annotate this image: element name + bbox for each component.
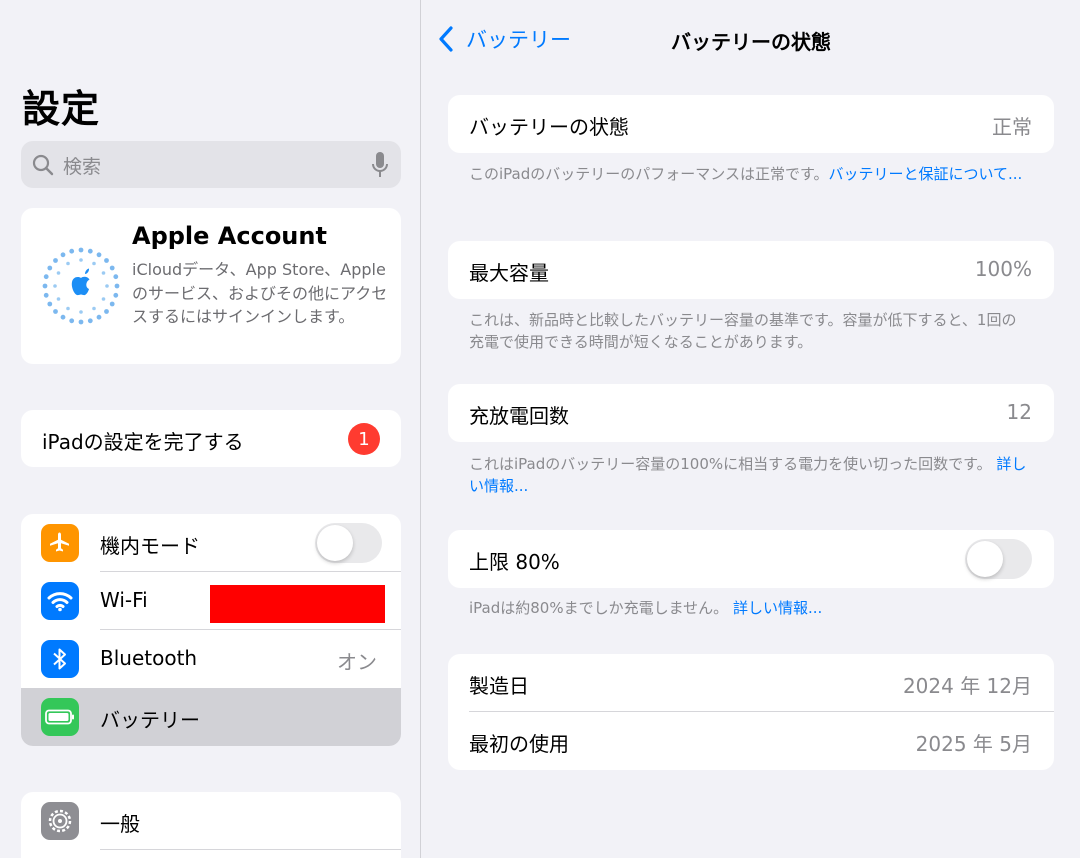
manufacture-date-label: 製造日 bbox=[469, 674, 529, 698]
search-placeholder: 検索 bbox=[63, 156, 102, 178]
battery-health-card: バッテリーの状態 正常 bbox=[448, 95, 1054, 153]
battery-health-label: バッテリーの状態 bbox=[469, 115, 629, 139]
max-capacity-card: 最大容量 100% bbox=[448, 241, 1054, 299]
sidebar-item-label: Bluetooth bbox=[100, 646, 198, 670]
finish-setup-row[interactable]: iPadの設定を完了する 1 bbox=[21, 410, 401, 467]
sidebar-item-general[interactable]: 一般 bbox=[21, 792, 401, 850]
cycle-count-row: 充放電回数 12 bbox=[448, 384, 1054, 442]
note-text: これはiPadのバッテリー容量の100%に相当する電力を使い切った回数です。 bbox=[469, 455, 992, 473]
account-name: Apple Account bbox=[132, 222, 327, 250]
divider bbox=[100, 849, 401, 850]
dates-card: 製造日 2024 年 12月 最初の使用 2025 年 5月 bbox=[448, 654, 1054, 770]
account-description: iCloudデータ、App Store、Appleのサービス、およびその他にアク… bbox=[132, 260, 388, 326]
note-text: iPadは約80%までしか充電しません。 bbox=[469, 599, 729, 617]
sidebar-item-label: Wi-Fi bbox=[100, 588, 148, 612]
battery-health-note: このiPadのバッテリーのパフォーマンスは正常です。バッテリーと保証について..… bbox=[469, 163, 1029, 185]
microphone-icon[interactable] bbox=[371, 151, 389, 179]
max-capacity-note: これは、新品時と比較したバッテリー容量の基準です。容量が低下すると、1回の充電で… bbox=[469, 311, 1017, 351]
first-use-value: 2025 年 5月 bbox=[915, 732, 1032, 756]
max-capacity-row: 最大容量 100% bbox=[448, 241, 1054, 299]
page-title: 設定 bbox=[22, 87, 101, 131]
charge-limit-card: 上限 80% bbox=[448, 530, 1054, 588]
finish-setup-label: iPadの設定を完了する bbox=[42, 430, 244, 454]
sidebar-item-label: 一般 bbox=[100, 812, 140, 836]
cycle-count-note: これはiPadのバッテリー容量の100%に相当する電力を使い切った回数です。 詳… bbox=[469, 453, 1029, 497]
sidebar-item-label: 機内モード bbox=[100, 534, 200, 558]
battery-health-value: 正常 bbox=[992, 115, 1032, 139]
wifi-icon bbox=[41, 582, 79, 620]
battery-health-row: バッテリーの状態 正常 bbox=[448, 95, 1054, 153]
charge-limit-note: iPadは約80%までしか充電しません。 詳しい情報... bbox=[469, 597, 1029, 619]
max-capacity-label: 最大容量 bbox=[469, 261, 549, 285]
search-icon bbox=[32, 154, 54, 176]
first-use-row: 最初の使用 2025 年 5月 bbox=[448, 712, 1054, 770]
gear-icon bbox=[41, 802, 79, 840]
battery-warranty-link[interactable]: バッテリーと保証について... bbox=[828, 165, 1022, 183]
toggle-knob bbox=[967, 541, 1003, 577]
manufacture-date-row: 製造日 2024 年 12月 bbox=[448, 654, 1054, 712]
apple-account-avatar-icon bbox=[42, 247, 120, 325]
battery-health-pane: バッテリー バッテリーの状態 バッテリーの状態 正常 このiPadのバッテリーの… bbox=[422, 0, 1080, 858]
general-group: 一般 bbox=[21, 792, 401, 858]
apple-account-card[interactable]: Apple Account iCloudデータ、App Store、Appleの… bbox=[21, 208, 401, 364]
cycle-count-card: 充放電回数 12 bbox=[448, 384, 1054, 442]
battery-icon bbox=[41, 698, 79, 736]
note-text: このiPadのバッテリーのパフォーマンスは正常です。 bbox=[469, 165, 829, 183]
sidebar-item-airplane-mode[interactable]: 機内モード bbox=[21, 514, 401, 572]
cycle-count-value: 12 bbox=[1006, 400, 1032, 424]
toggle-knob bbox=[317, 525, 353, 561]
first-use-label: 最初の使用 bbox=[469, 732, 569, 756]
redacted-network-name bbox=[210, 585, 385, 623]
sidebar-item-label: バッテリー bbox=[100, 708, 200, 732]
sidebar-item-bluetooth[interactable]: Bluetooth オン bbox=[21, 630, 401, 688]
nav-title: バッテリーの状態 bbox=[671, 30, 831, 54]
charge-limit-toggle[interactable] bbox=[965, 539, 1032, 579]
airplane-icon bbox=[41, 524, 79, 562]
cycle-count-label: 充放電回数 bbox=[469, 404, 569, 428]
notification-badge: 1 bbox=[348, 423, 380, 455]
limit-more-info-link[interactable]: 詳しい情報... bbox=[733, 599, 822, 617]
sidebar-item-wifi[interactable]: Wi-Fi bbox=[21, 572, 401, 630]
charge-limit-row: 上限 80% bbox=[448, 530, 1054, 588]
charge-limit-label: 上限 80% bbox=[469, 550, 560, 574]
bluetooth-icon bbox=[41, 640, 79, 678]
connectivity-group: 機内モード Wi-Fi Bluetooth オン バッテリー bbox=[21, 514, 401, 746]
max-capacity-value: 100% bbox=[974, 257, 1032, 281]
sidebar: 設定 検索 Apple Account iCloudデータ、App Store、… bbox=[0, 0, 421, 858]
manufacture-date-value: 2024 年 12月 bbox=[902, 674, 1032, 698]
search-field[interactable]: 検索 bbox=[21, 141, 401, 188]
airplane-mode-toggle[interactable] bbox=[315, 523, 382, 563]
bluetooth-status: オン bbox=[337, 650, 377, 674]
sidebar-item-battery[interactable]: バッテリー bbox=[21, 688, 401, 746]
